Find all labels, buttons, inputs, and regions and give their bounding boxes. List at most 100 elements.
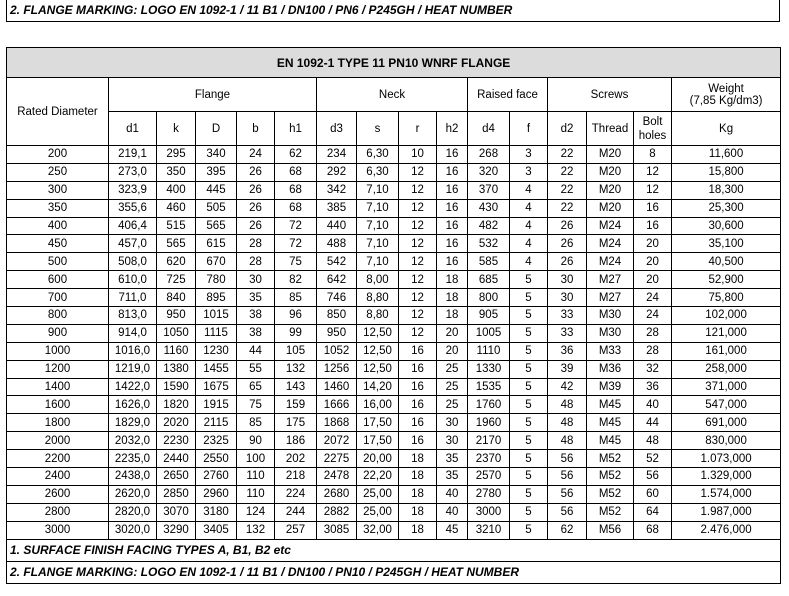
table-cell: 350 xyxy=(156,162,196,182)
table-cell: 7,10 xyxy=(356,180,399,200)
table-cell: M39 xyxy=(586,377,634,397)
table-cell: 16 xyxy=(436,216,468,236)
table-row: 1400 1422,0 1590 1675 65 143 1460 14,20 16 25 1535… xyxy=(6,377,782,397)
table-cell: 30 xyxy=(436,413,468,433)
table-cell: 8,00 xyxy=(356,270,399,290)
table-cell: 370 xyxy=(467,180,510,200)
table-cell: 38 xyxy=(236,306,275,325)
table-cell: 457,0 xyxy=(108,234,157,254)
table-cell: 914,0 xyxy=(108,323,157,343)
table-cell: 14,20 xyxy=(356,377,399,397)
table-cell: 5 xyxy=(509,413,548,433)
footnote-surface-finish: 1. SURFACE FINISH FACING TYPES A, B1, B2… xyxy=(5,538,782,562)
table-cell: 6,30 xyxy=(356,162,399,182)
table-cell: 56 xyxy=(633,467,672,486)
table-cell: 1422,0 xyxy=(108,377,157,397)
table-cell: 1626,0 xyxy=(108,395,157,415)
subheader-cell: f xyxy=(509,111,548,146)
table-cell: 3210 xyxy=(467,520,510,540)
top-note: 2. FLANGE MARKING: LOGO EN 1092-1 / 11 B… xyxy=(6,0,780,22)
table-cell: 585 xyxy=(467,252,510,272)
table-cell: 547,000 xyxy=(670,395,782,415)
table-cell: 124 xyxy=(236,502,275,522)
table-cell: 12 xyxy=(633,180,672,200)
table-cell: 3085 xyxy=(316,520,357,540)
table-cell: 8,80 xyxy=(356,306,399,325)
rated-diameter-cell: 400 xyxy=(6,216,109,236)
table-cell: 905 xyxy=(467,306,510,325)
table-cell: 800 xyxy=(467,288,510,308)
table-cell: 62 xyxy=(274,145,317,164)
rated-diameter-cell: 2000 xyxy=(6,431,109,451)
table-cell: 62 xyxy=(547,520,587,540)
table-cell: 36 xyxy=(547,341,587,361)
rated-diameter-cell: 1800 xyxy=(6,413,109,433)
table-cell: 3180 xyxy=(195,502,237,522)
table-cell: 565 xyxy=(156,234,196,254)
table-cell: 12 xyxy=(398,323,437,343)
table-cell: 5 xyxy=(509,520,548,540)
table-cell: 5 xyxy=(509,449,548,469)
table-cell: 7,10 xyxy=(356,216,399,236)
rated-diameter-cell: 200 xyxy=(6,145,109,164)
table-body: 200 219,1 295 340 24 62 234 6,30 10 16 268 3 22 M20 8 1… xyxy=(6,145,782,540)
table-cell: 48 xyxy=(547,413,587,433)
table-cell: 1455 xyxy=(195,359,237,379)
table-cell: 20 xyxy=(633,270,672,290)
table-cell: 22 xyxy=(547,180,587,200)
table-cell: 565 xyxy=(195,216,237,236)
table-cell: 5 xyxy=(509,323,548,343)
table-cell: 55 xyxy=(236,359,275,379)
table-cell: 99 xyxy=(274,323,317,343)
table-cell: 2072 xyxy=(316,431,357,451)
table-cell: 75,800 xyxy=(670,288,782,308)
table-cell: 30,600 xyxy=(670,216,782,236)
table-cell: 186 xyxy=(274,431,317,451)
table-cell: 26 xyxy=(236,216,275,236)
table-cell: 670 xyxy=(195,252,237,272)
table-cell: 505 xyxy=(195,198,237,218)
table-row: 2800 2820,0 3070 3180 124 244 2882 25,00 18 40 300… xyxy=(6,502,782,522)
table-cell: 16 xyxy=(398,377,437,397)
table-cell: 6,30 xyxy=(356,145,399,164)
table-cell: 3290 xyxy=(156,520,196,540)
table-cell: 18 xyxy=(398,484,437,504)
table-cell: 2850 xyxy=(156,484,196,504)
table-cell: 68 xyxy=(274,162,317,182)
table-cell: 7,10 xyxy=(356,234,399,254)
table-cell: 12 xyxy=(398,234,437,254)
rated-diameter-cell: 600 xyxy=(6,270,109,290)
table-cell: 1052 xyxy=(316,341,357,361)
table-cell: 20 xyxy=(436,323,468,343)
table-cell: 1820 xyxy=(156,395,196,415)
table-cell: 18 xyxy=(436,288,468,308)
table-cell: 121,000 xyxy=(670,323,782,343)
table-row: 2000 2032,0 2230 2325 90 186 2072 17,50 16 30 2170… xyxy=(6,431,782,451)
subheader-cell: h2 xyxy=(436,111,468,146)
rated-diameter-cell: 450 xyxy=(6,234,109,254)
table-cell: 1330 xyxy=(467,359,510,379)
header-flange: Flange xyxy=(108,77,317,112)
table-cell: 12,50 xyxy=(356,341,399,361)
table-cell: 20 xyxy=(436,341,468,361)
table-cell: 40 xyxy=(436,484,468,504)
table-cell: 5 xyxy=(509,306,548,325)
header-weight: Weight (7,85 Kg/dm3) xyxy=(670,77,782,112)
table-cell: 45 xyxy=(436,520,468,540)
table-cell: M24 xyxy=(586,252,634,272)
table-cell: 1.987,000 xyxy=(670,502,782,522)
table-cell: 15,800 xyxy=(670,162,782,182)
table-cell: 3 xyxy=(509,145,548,164)
table-cell: 5 xyxy=(509,484,548,504)
table-cell: 224 xyxy=(274,484,317,504)
table-cell: 5 xyxy=(509,395,548,415)
subheader-cell: b xyxy=(236,111,275,146)
table-cell: 1005 xyxy=(467,323,510,343)
table-cell: 22 xyxy=(547,145,587,164)
table-row: 600 610,0 725 780 30 82 642 8,00 12 18 685 5 30 M27 20… xyxy=(6,270,782,290)
table-cell: M52 xyxy=(586,467,634,486)
footnote-flange-marking: 2. FLANGE MARKING: LOGO EN 1092-1 / 11 B… xyxy=(5,560,782,584)
table-title: EN 1092-1 TYPE 11 PN10 WNRF FLANGE xyxy=(5,47,782,78)
table-cell: 385 xyxy=(316,198,357,218)
table-row: 450 457,0 565 615 28 72 488 7,10 12 16 532 4 26 M24 20… xyxy=(6,234,782,254)
